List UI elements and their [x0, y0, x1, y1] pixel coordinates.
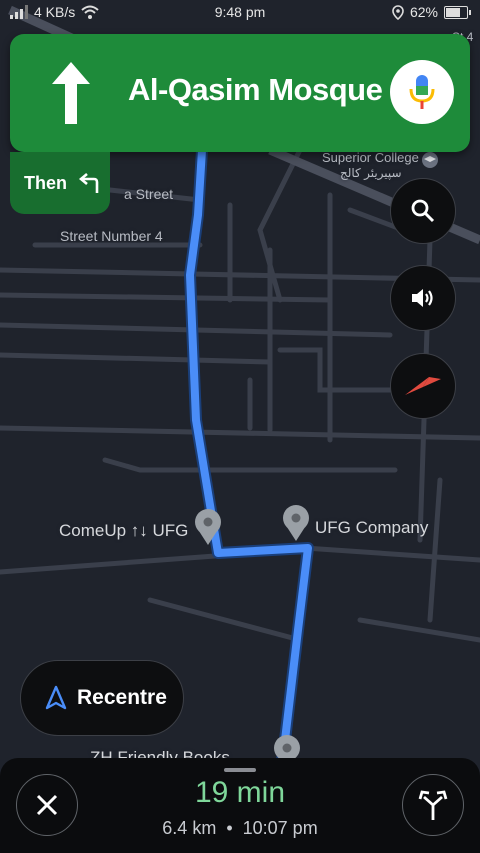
- separator-dot: •: [226, 818, 233, 838]
- alternate-routes-icon: [418, 790, 448, 820]
- place-label-ufg-company[interactable]: UFG Company: [315, 518, 428, 538]
- college-icon: [422, 152, 438, 168]
- voice-search-button[interactable]: [390, 60, 454, 124]
- recentre-label: Recentre: [77, 686, 167, 709]
- trip-distance: 6.4 km: [162, 818, 217, 838]
- place-label-superior-college-urdu: سپیریئر کالج: [340, 166, 402, 180]
- search-icon: [411, 199, 435, 223]
- drag-handle[interactable]: [224, 768, 256, 772]
- street-label-a-street: a Street: [124, 186, 174, 202]
- place-label-comeup[interactable]: ComeUp ↑↓ UFG: [59, 521, 188, 541]
- volume-icon: [412, 289, 433, 307]
- search-along-route-button[interactable]: [390, 178, 456, 244]
- sound-button[interactable]: [390, 265, 456, 331]
- then-label: Then: [24, 172, 67, 193]
- status-bar: 4 KB/s 9:48 pm 62%: [0, 0, 480, 26]
- street-label-number-4: Street Number 4: [60, 228, 163, 244]
- navigation-banner[interactable]: Al-Qasim Mosque St.: [10, 34, 470, 152]
- arrival-time: 10:07 pm: [242, 818, 318, 838]
- straight-arrow-icon: [52, 62, 90, 124]
- battery-icon: [444, 5, 471, 19]
- turn-left-icon: [78, 173, 99, 193]
- battery-percent: 62%: [409, 4, 438, 20]
- location-icon: [392, 4, 404, 20]
- recentre-button[interactable]: Recentre: [20, 660, 184, 736]
- navigation-arrow-icon: [45, 685, 67, 710]
- compass-button[interactable]: [390, 353, 456, 419]
- compass-icon: [405, 377, 441, 395]
- trip-summary-panel[interactable]: 19 min 6.4 km • 10:07 pm: [0, 758, 480, 853]
- next-turn-hint[interactable]: Then: [10, 152, 110, 214]
- place-label-superior-college[interactable]: Superior College: [322, 150, 419, 165]
- current-street-name: Al-Qasim Mosque St.: [128, 72, 429, 107]
- alternate-routes-button[interactable]: [402, 774, 464, 836]
- microphone-icon: [409, 75, 435, 109]
